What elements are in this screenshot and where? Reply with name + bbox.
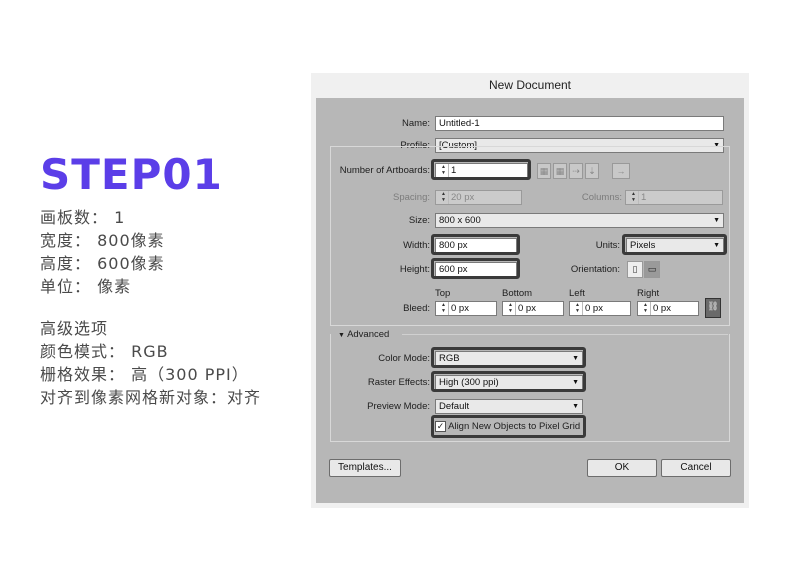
columns-field[interactable]: ▲ ▼ 1 xyxy=(625,190,723,205)
notes: 画板数： 1 宽度： 800像素 高度： 600像素 单位： 像素 高级选项 颜… xyxy=(40,206,261,409)
grid-by-row-icon[interactable]: ▦ xyxy=(537,163,551,179)
spacing-label: Spacing: xyxy=(393,192,430,203)
bleed-bottom-field[interactable]: ▲ ▼ 0 px xyxy=(502,301,564,316)
bleed-top-field[interactable]: ▲ ▼ 0 px xyxy=(435,301,497,316)
color-mode-label: Color Mode: xyxy=(378,353,430,364)
bleed-left-field[interactable]: ▲ ▼ 0 px xyxy=(569,301,631,316)
highlight-frame xyxy=(431,234,520,255)
note-line: 高度： 600像素 xyxy=(40,254,165,273)
dialog-title: New Document xyxy=(488,78,572,92)
stepper-icon[interactable]: ▲ ▼ xyxy=(439,302,449,315)
step-title: STEP01 xyxy=(40,150,223,199)
highlight-frame xyxy=(431,371,586,392)
size-label: Size: xyxy=(408,215,430,226)
units-label: Units: xyxy=(595,240,620,251)
note-line: 画板数： 1 xyxy=(40,208,126,227)
bleed-right-field[interactable]: ▲ ▼ 0 px xyxy=(637,301,699,316)
preview-mode-label: Preview Mode: xyxy=(367,401,430,412)
cancel-button[interactable]: Cancel xyxy=(661,459,731,477)
note-line: 颜色模式： RGB xyxy=(40,342,169,361)
height-label: Height: xyxy=(399,264,430,275)
highlight-frame xyxy=(622,234,727,255)
arrange-by-column-icon[interactable]: ⇣ xyxy=(585,163,599,179)
spacing-field[interactable]: ▲ ▼ 20 px xyxy=(435,190,522,205)
bleed-left-label: Left xyxy=(569,288,585,299)
stepper-icon[interactable]: ▲ ▼ xyxy=(629,191,639,204)
chevron-down-icon: ▼ xyxy=(572,403,579,410)
highlight-frame xyxy=(431,258,520,279)
name-field[interactable]: Untitled-1 xyxy=(435,116,724,131)
note-line: 栅格效果： 高（300 PPI） xyxy=(40,365,249,384)
note-line: 单位： 像素 xyxy=(40,277,132,296)
orientation-label: Orientation: xyxy=(570,264,620,275)
bleed-right-label: Right xyxy=(637,288,660,299)
dialog-body: Name: Untitled-1 Profile: [Custom] ▼ Num… xyxy=(316,98,744,503)
highlight-frame xyxy=(431,347,586,368)
new-document-dialog: New Document Name: Untitled-1 Profile: [… xyxy=(311,73,749,508)
bleed-top-value: 0 px xyxy=(451,303,469,314)
bleed-bottom-value: 0 px xyxy=(518,303,536,314)
name-label: Name: xyxy=(402,118,430,129)
highlight-frame xyxy=(431,415,586,438)
bleed-label: Bleed: xyxy=(403,303,430,314)
stepper-icon[interactable]: ▲ ▼ xyxy=(506,302,516,315)
width-label: Width: xyxy=(403,240,430,251)
stepper-icon[interactable]: ▲ ▼ xyxy=(439,191,449,204)
raster-effects-label: Raster Effects: xyxy=(367,377,430,388)
preview-mode-dropdown[interactable]: Default ▼ xyxy=(435,399,583,414)
chevron-down-icon: ▼ xyxy=(713,217,720,224)
columns-label: Columns: xyxy=(581,192,622,203)
landscape-icon[interactable]: ▭ xyxy=(644,261,660,278)
artboards-label: Number of Artboards: xyxy=(339,165,430,176)
templates-button[interactable]: Templates... xyxy=(329,459,401,477)
preview-mode-value: Default xyxy=(439,401,470,412)
portrait-icon[interactable]: ▯ xyxy=(627,261,643,278)
bleed-right-value: 0 px xyxy=(653,303,671,314)
spacing-value: 20 px xyxy=(451,192,475,203)
stepper-icon[interactable]: ▲ ▼ xyxy=(641,302,651,315)
note-line: 宽度： 800像素 xyxy=(40,231,165,250)
right-to-left-icon[interactable]: → xyxy=(612,163,630,179)
stepper-icon[interactable]: ▲ ▼ xyxy=(573,302,583,315)
bleed-bottom-label: Bottom xyxy=(502,288,533,299)
arrange-by-row-icon[interactable]: ⇢ xyxy=(569,163,583,179)
ok-button[interactable]: OK xyxy=(587,459,657,477)
size-dropdown[interactable]: 800 x 600 ▼ xyxy=(435,213,724,228)
bleed-top-label: Top xyxy=(435,288,451,299)
grid-by-column-icon[interactable]: ▦ xyxy=(553,163,567,179)
size-value: 800 x 600 xyxy=(439,215,481,226)
note-line: 高级选项 xyxy=(40,319,109,338)
bleed-left-value: 0 px xyxy=(585,303,603,314)
chain-link-icon[interactable]: ⛓ xyxy=(705,298,721,318)
note-line: 对齐到像素网格新对象：对齐 xyxy=(40,388,262,407)
highlight-frame xyxy=(431,159,531,180)
columns-value: 1 xyxy=(641,192,647,203)
